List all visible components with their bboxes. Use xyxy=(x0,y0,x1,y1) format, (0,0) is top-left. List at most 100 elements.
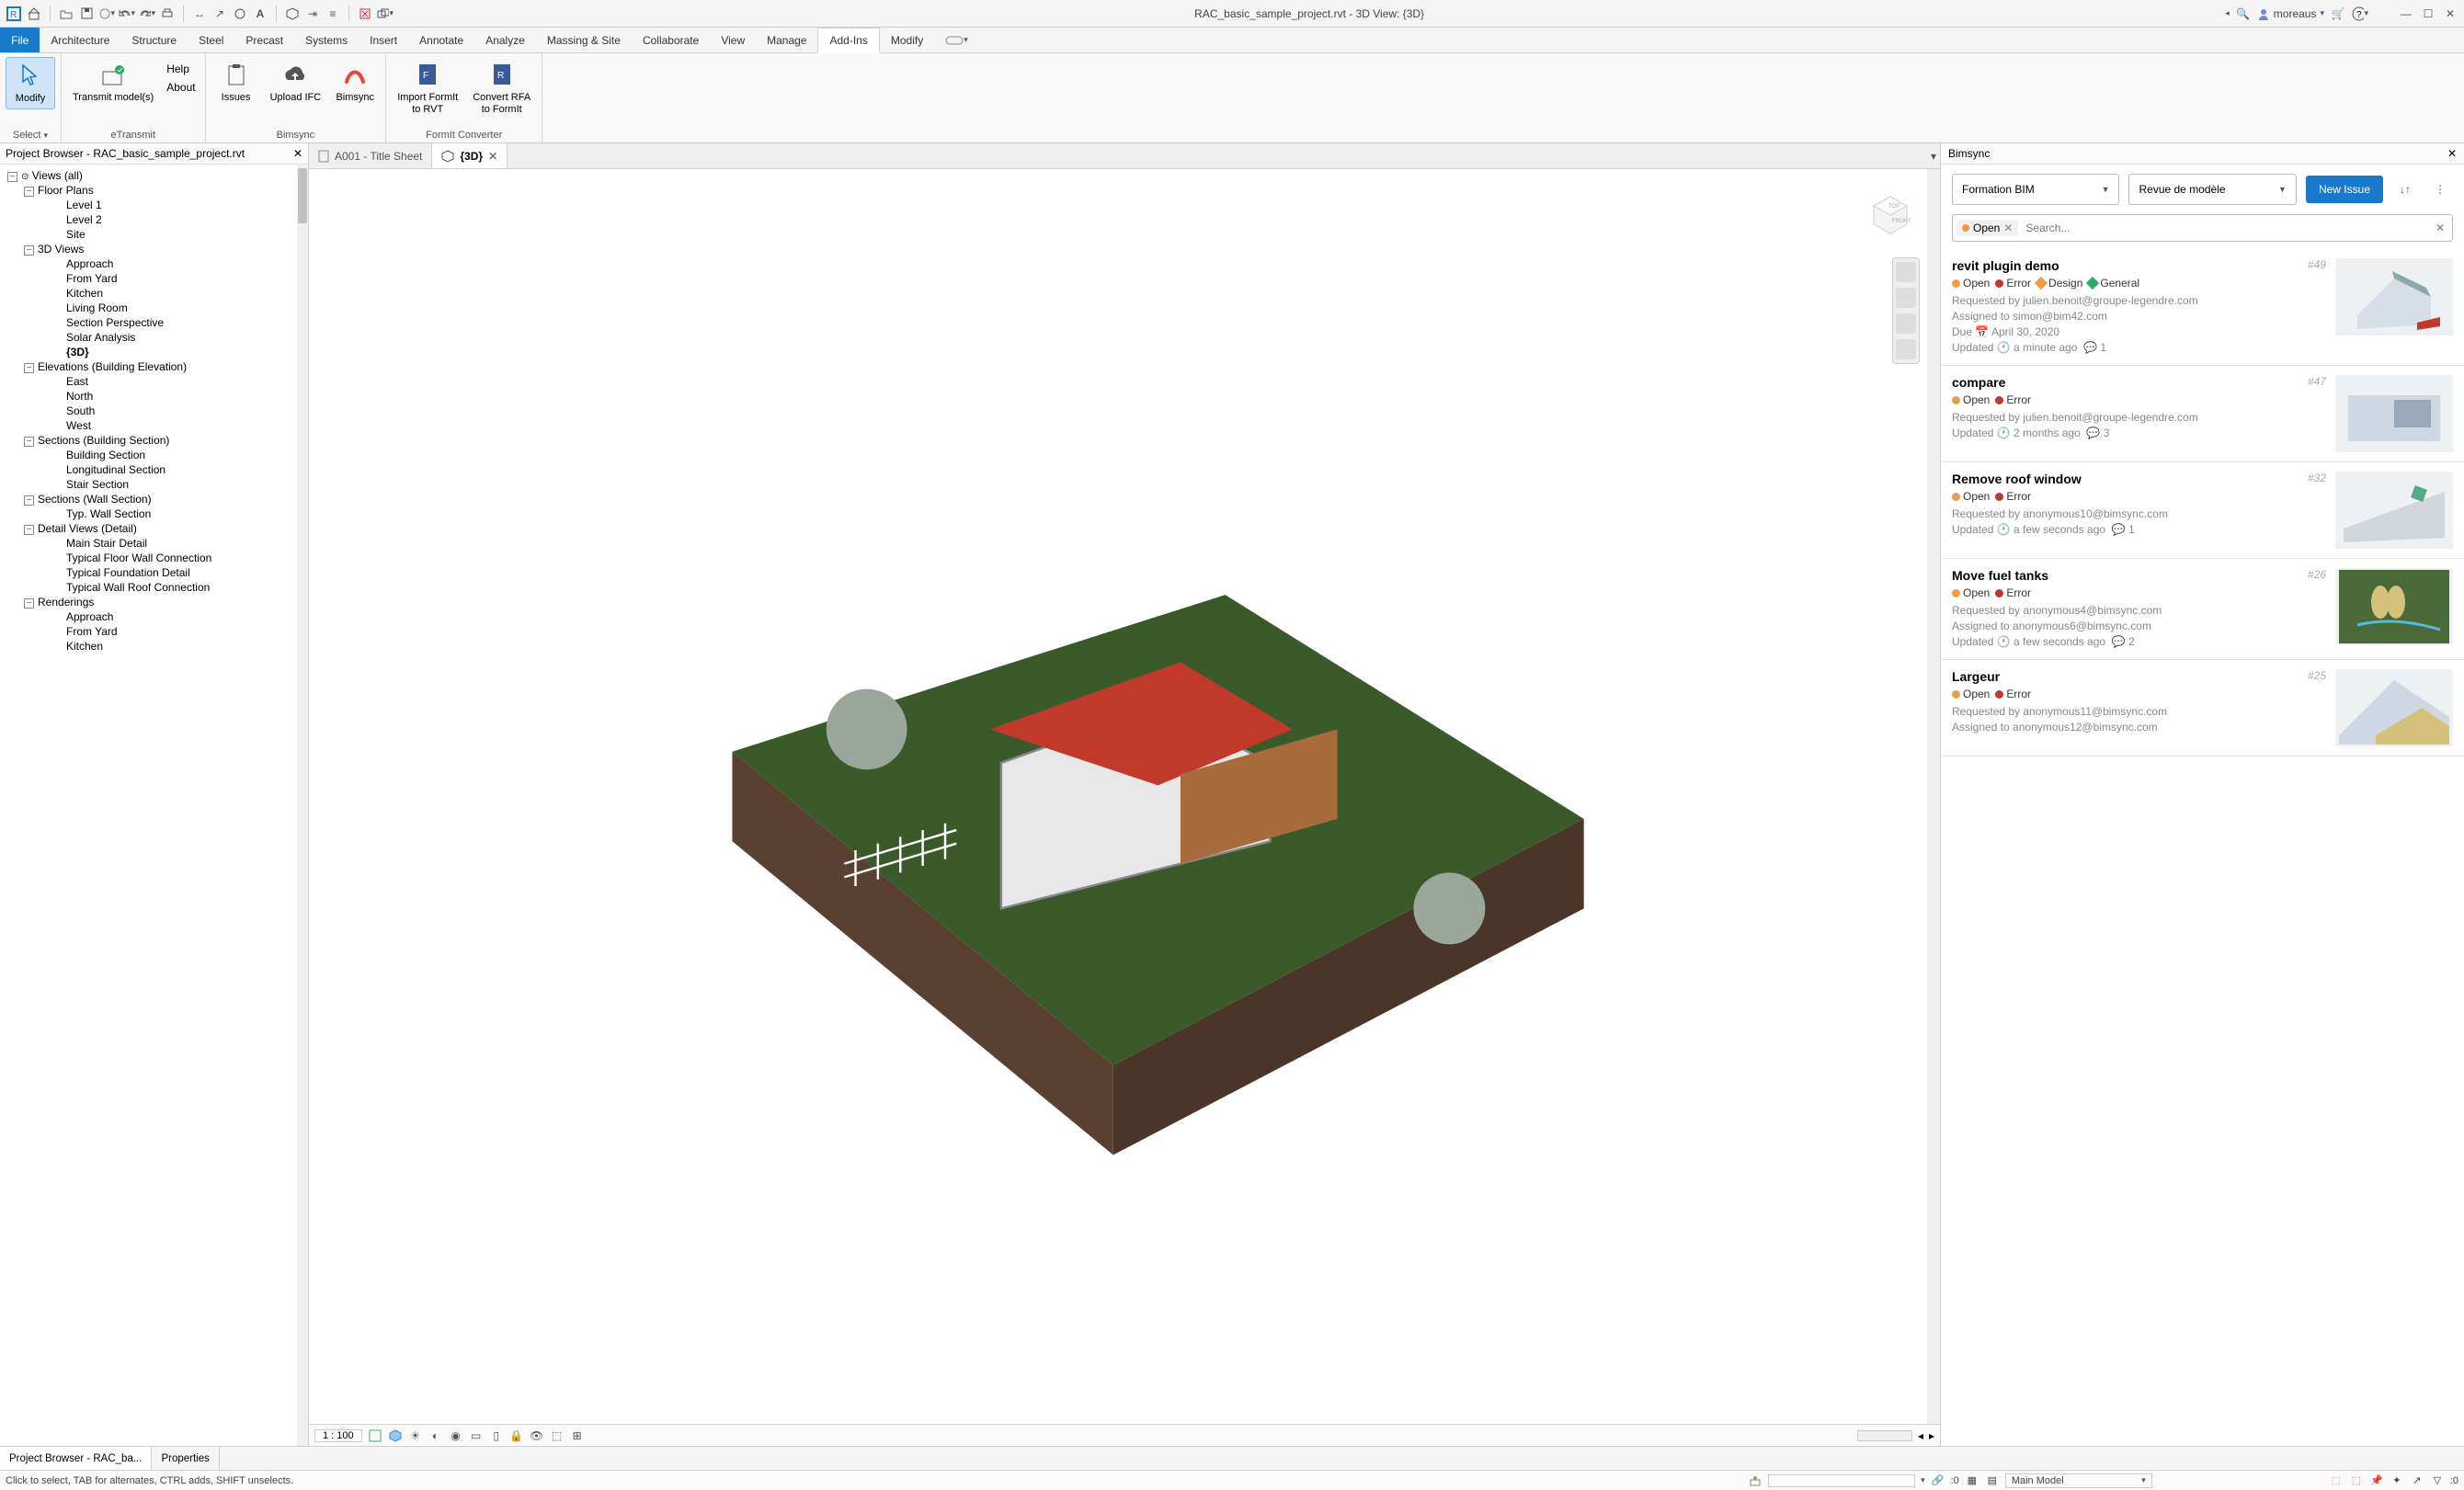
tab-steel[interactable]: Steel xyxy=(188,28,234,52)
temp-hide-icon[interactable]: 👁 xyxy=(530,1428,544,1443)
tab-massing-site[interactable]: Massing & Site xyxy=(536,28,632,52)
issue-item[interactable]: #47 compare Open Error Requested by juli… xyxy=(1941,366,2464,462)
tree-category-3d-views[interactable]: −3D Views xyxy=(0,242,308,256)
tree-item[interactable]: Living Room xyxy=(0,301,308,315)
close-panel-icon[interactable]: ✕ xyxy=(2447,147,2457,160)
zoom-icon[interactable] xyxy=(1896,313,1916,334)
tree-item[interactable]: Typ. Wall Section xyxy=(0,506,308,521)
issue-item[interactable]: #26 Move fuel tanks Open Error Requested… xyxy=(1941,559,2464,660)
tree-item[interactable]: Typical Floor Wall Connection xyxy=(0,551,308,565)
thin-lines-icon[interactable]: ≡ xyxy=(325,6,341,22)
clear-search-icon[interactable]: ✕ xyxy=(2428,222,2452,234)
tree-item[interactable]: Level 1 xyxy=(0,198,308,212)
search-icon[interactable]: 🔍 xyxy=(2235,6,2252,22)
home-icon[interactable] xyxy=(26,6,42,22)
ribbon-expand-icon[interactable]: ▾ xyxy=(934,28,979,52)
tree-category-detail[interactable]: −Detail Views (Detail) xyxy=(0,521,308,536)
orbit-icon[interactable] xyxy=(1896,339,1916,359)
tree-item[interactable]: Site xyxy=(0,227,308,242)
search-input[interactable] xyxy=(2018,222,2428,234)
tree-category-renderings[interactable]: −Renderings xyxy=(0,595,308,609)
doc-tab-title-sheet[interactable]: A001 - Title Sheet xyxy=(309,143,432,168)
issue-item[interactable]: #49 revit plugin demo Open Error Design … xyxy=(1941,249,2464,366)
tree-item[interactable]: Kitchen xyxy=(0,286,308,301)
measure-icon[interactable]: ↔ xyxy=(191,6,208,22)
import-formit-button[interactable]: F Import FormIt to RVT xyxy=(392,57,463,119)
tree-item[interactable]: Stair Section xyxy=(0,477,308,492)
design-options-icon[interactable]: ▤ xyxy=(1985,1473,2000,1488)
sync-icon[interactable]: ▾ xyxy=(98,6,115,22)
sun-path-icon[interactable]: ☀ xyxy=(408,1428,423,1443)
tree-item[interactable]: South xyxy=(0,404,308,418)
close-panel-icon[interactable]: ✕ xyxy=(293,147,302,160)
modify-button[interactable]: Modify xyxy=(6,57,55,109)
tree-item[interactable]: Building Section xyxy=(0,448,308,462)
sort-button[interactable]: ↓↑ xyxy=(2392,175,2418,204)
help-icon[interactable]: ?▾ xyxy=(2352,6,2368,22)
tab-analyze[interactable]: Analyze xyxy=(474,28,536,52)
section-icon[interactable]: ⇥ xyxy=(304,6,321,22)
constraint-icon[interactable]: ⊞ xyxy=(570,1428,585,1443)
print-icon[interactable] xyxy=(159,6,176,22)
tab-overflow-icon[interactable]: ▾ xyxy=(1927,143,1940,168)
reveal-icon[interactable]: ⬚ xyxy=(550,1428,565,1443)
tree-item[interactable]: Approach xyxy=(0,609,308,624)
viewport-3d[interactable]: TOP FRONT xyxy=(309,169,1940,1424)
project-dropdown[interactable]: Formation BIM▼ xyxy=(1952,174,2119,205)
issue-item[interactable]: #32 Remove roof window Open Error Reques… xyxy=(1941,462,2464,559)
tree-item[interactable]: North xyxy=(0,389,308,404)
detail-level-icon[interactable] xyxy=(368,1428,382,1443)
tree-category-bsections[interactable]: −Sections (Building Section) xyxy=(0,433,308,448)
project-browser-tree[interactable]: −⊙ Views (all) −Floor Plans Level 1 Leve… xyxy=(0,165,308,1446)
tree-category-floor-plans[interactable]: −Floor Plans xyxy=(0,183,308,198)
filter-chip-open[interactable]: Open ✕ xyxy=(1956,220,2018,236)
close-window-icon[interactable]: ✕ xyxy=(2442,6,2458,22)
tree-item[interactable]: Solar Analysis xyxy=(0,330,308,345)
redo-icon[interactable]: ▾ xyxy=(139,6,155,22)
tree-item[interactable]: Longitudinal Section xyxy=(0,462,308,477)
default3d-icon[interactable] xyxy=(284,6,301,22)
tree-scrollbar[interactable] xyxy=(297,165,308,1446)
select-pinned-icon[interactable]: 📌 xyxy=(2369,1473,2384,1488)
board-dropdown[interactable]: Revue de modèle▼ xyxy=(2128,174,2296,205)
text-icon[interactable]: A xyxy=(252,6,268,22)
tab-insert[interactable]: Insert xyxy=(359,28,408,52)
transmit-models-button[interactable]: Transmit model(s) xyxy=(67,57,159,108)
worksets-icon[interactable]: ▦ xyxy=(1965,1473,1979,1488)
bottom-tab-project-browser[interactable]: Project Browser - RAC_ba... xyxy=(0,1447,152,1470)
tree-category-wsections[interactable]: −Sections (Wall Section) xyxy=(0,492,308,506)
tag-icon[interactable] xyxy=(232,6,248,22)
issues-button[interactable]: Issues xyxy=(211,57,261,108)
tab-view[interactable]: View xyxy=(710,28,756,52)
tree-item[interactable]: Approach xyxy=(0,256,308,271)
save-icon[interactable] xyxy=(78,6,95,22)
tree-item[interactable]: Section Perspective xyxy=(0,315,308,330)
tree-item[interactable]: Level 2 xyxy=(0,212,308,227)
app-store-icon[interactable]: 🛒 xyxy=(2330,6,2346,22)
new-issue-button[interactable]: New Issue xyxy=(2306,176,2383,203)
select-face-icon[interactable]: ✦ xyxy=(2390,1473,2404,1488)
worksharing-icon[interactable] xyxy=(1748,1473,1762,1488)
bottom-tab-properties[interactable]: Properties xyxy=(152,1447,219,1470)
select-underlay-icon[interactable]: ⬚ xyxy=(2349,1473,2364,1488)
drag-icon[interactable]: ↗ xyxy=(2410,1473,2424,1488)
main-model-dropdown[interactable]: Main Model▾ xyxy=(2005,1473,2152,1488)
chevron-left-icon[interactable]: ◂ xyxy=(2225,8,2230,18)
etransmit-about-button[interactable]: About xyxy=(163,79,199,96)
tab-modify[interactable]: Modify xyxy=(880,28,934,52)
crop-icon[interactable]: ▭ xyxy=(469,1428,484,1443)
user-account[interactable]: moreaus ▾ xyxy=(2257,7,2324,20)
open-icon[interactable] xyxy=(58,6,74,22)
scale-selector[interactable]: 1 : 100 xyxy=(314,1429,362,1442)
doc-tab-3d[interactable]: {3D} ✕ xyxy=(432,143,508,168)
remove-chip-icon[interactable]: ✕ xyxy=(2003,222,2013,234)
render-icon[interactable]: ◉ xyxy=(449,1428,463,1443)
link-icon[interactable]: 🔗 xyxy=(1931,1473,1945,1488)
tab-manage[interactable]: Manage xyxy=(756,28,817,52)
visual-style-icon[interactable] xyxy=(388,1428,403,1443)
bimsync-button[interactable]: Bimsync xyxy=(330,57,380,108)
close-inactive-icon[interactable] xyxy=(357,6,373,22)
issue-list[interactable]: #49 revit plugin demo Open Error Design … xyxy=(1941,249,2464,1446)
tree-item[interactable]: Typical Wall Roof Connection xyxy=(0,580,308,595)
minimize-icon[interactable]: — xyxy=(2398,6,2414,22)
